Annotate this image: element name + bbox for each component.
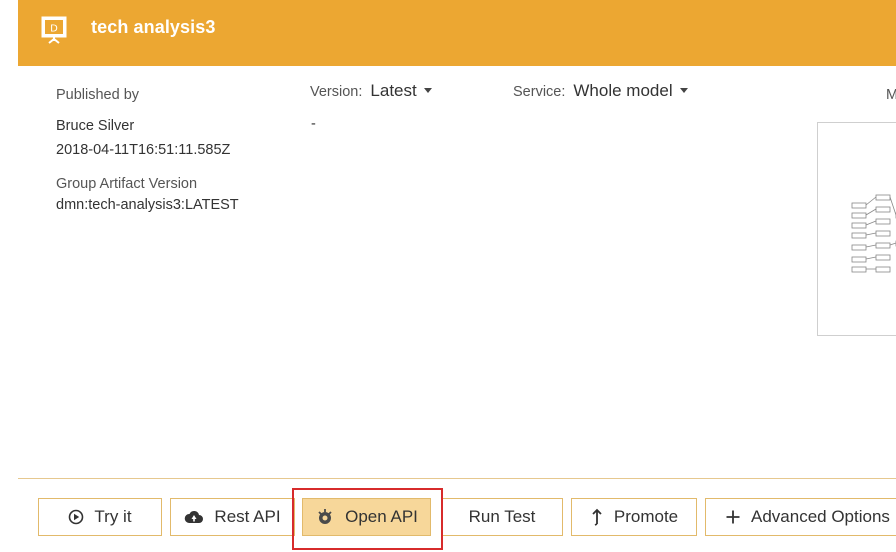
actions-divider (18, 478, 896, 479)
promote-button[interactable]: Promote (571, 498, 697, 536)
service-selector[interactable]: Service: Whole model (513, 81, 688, 102)
model-header: D tech analysis3 (18, 0, 896, 66)
open-api-icon (315, 508, 335, 526)
author-name: Bruce Silver (56, 118, 135, 134)
model-title: tech analysis3 (91, 17, 216, 37)
published-by-label: Published by (56, 87, 140, 103)
decision-model-icon: D (41, 16, 67, 44)
plus-icon (725, 509, 741, 525)
arrow-up-icon (590, 508, 604, 526)
version-value: Latest (370, 81, 417, 100)
version-selector[interactable]: Version: Latest (310, 81, 432, 102)
run-test-button[interactable]: Run Test (441, 498, 563, 536)
advanced-options-button[interactable]: Advanced Options (705, 498, 896, 536)
rest-api-button[interactable]: Rest API (170, 498, 295, 536)
svg-text:D: D (50, 24, 58, 35)
chevron-down-icon (423, 87, 432, 93)
gav-label: Group Artifact Version (56, 176, 198, 192)
promote-label: Promote (613, 507, 679, 526)
rest-api-label: Rest API (214, 507, 281, 526)
diagram-thumbnail-image (851, 194, 896, 273)
open-api-button[interactable]: Open API (302, 498, 431, 536)
model-diagram-thumbnail[interactable] (817, 122, 896, 336)
chevron-down-icon (679, 87, 688, 93)
preview-label: M (886, 87, 896, 103)
cloud-icon (184, 509, 204, 525)
run-test-label: Run Test (468, 507, 536, 526)
try-it-button[interactable]: Try it (38, 498, 162, 536)
advanced-options-label: Advanced Options (751, 507, 890, 526)
published-timestamp: 2018-04-11T16:51:11.585Z (56, 142, 231, 158)
version-description: - (311, 116, 316, 132)
try-it-label: Try it (94, 507, 132, 526)
version-label: Version: (310, 84, 363, 100)
service-label: Service: (513, 84, 566, 100)
open-api-label: Open API (345, 507, 418, 526)
gav-value: dmn:tech-analysis3:LATEST (56, 197, 239, 213)
service-value: Whole model (573, 81, 673, 100)
play-circle-icon (68, 509, 84, 525)
